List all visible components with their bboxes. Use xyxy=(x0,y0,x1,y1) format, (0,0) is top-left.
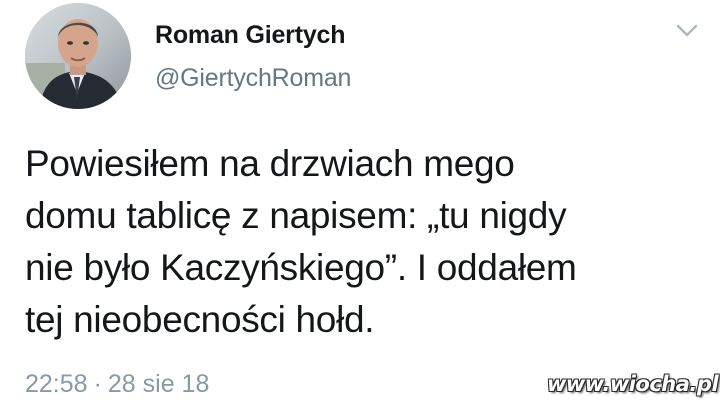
tweet-time: 22:58 xyxy=(25,370,88,398)
avatar[interactable] xyxy=(25,3,131,109)
tweet-date: 28 sie 18 xyxy=(107,370,210,398)
meta-separator: · xyxy=(93,370,102,398)
tweet-text: Powiesiłem na drzwiach mego domu tablicę… xyxy=(25,143,577,340)
chevron-down-icon xyxy=(676,24,698,37)
watermark: www.wiocha.pl xyxy=(547,372,719,396)
tweet-menu-button[interactable] xyxy=(675,22,699,40)
avatar-photo xyxy=(25,3,131,109)
author-username[interactable]: @GiertychRoman xyxy=(155,64,351,93)
author-display-name[interactable]: Roman Giertych xyxy=(155,21,346,50)
tweet-timestamp[interactable]: 22:58 · 28 sie 18 xyxy=(25,370,209,399)
tweet-card: Roman Giertych @GiertychRoman Powiesiłem… xyxy=(0,0,720,412)
